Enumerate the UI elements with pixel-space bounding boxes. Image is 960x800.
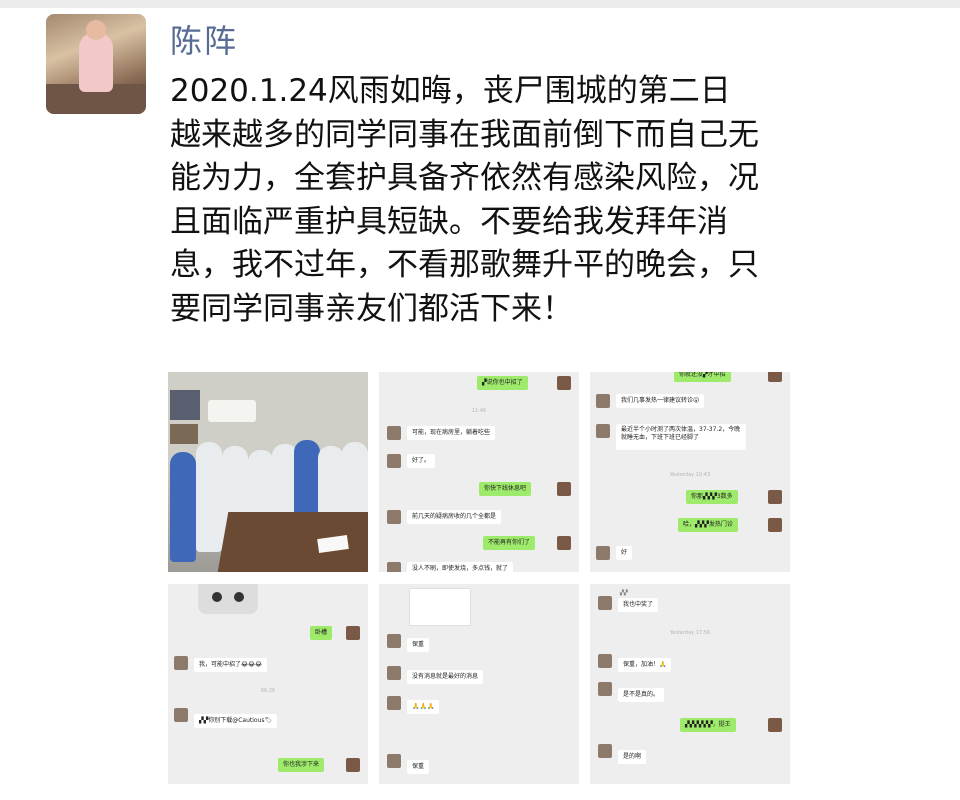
photo-person-blue xyxy=(170,452,196,562)
avatar-child-figure xyxy=(79,32,113,92)
chat-bubble-in: 前几天的疑病房收的几个全都是 xyxy=(407,510,502,524)
chat-bubble-out: 你也我涉下来 xyxy=(278,758,325,772)
chat-avatar xyxy=(598,654,612,668)
chat-bubble-in: 保重 xyxy=(407,760,430,774)
chat-avatar xyxy=(346,758,360,772)
chat-nickname: ▞▞ xyxy=(620,590,628,596)
chat-avatar xyxy=(596,546,610,560)
photo-frame xyxy=(170,424,198,444)
chat-avatar xyxy=(598,596,612,610)
chat-avatar xyxy=(557,536,571,550)
chat-bubble-in: ▞▞你别下载@Cautious🏷 xyxy=(194,714,278,728)
post-line: 2020.1.24风雨如晦，丧尸围城的第二日 xyxy=(170,73,731,109)
chat-bubble-in: 是不是真的。 xyxy=(618,688,665,702)
chat-bubble-out: 卧槽 xyxy=(310,626,333,640)
chat-avatar xyxy=(346,626,360,640)
grid-image-chat-4[interactable]: 卧槽 我，可能中招了😂😂😂 06:26 ▞▞你别下载@Cautious🏷 你也我… xyxy=(168,584,368,784)
chat-avatar xyxy=(387,666,401,680)
post-text: 2020.1.24风雨如晦，丧尸围城的第二日 越来越多的同学同事在我面前倒下而自… xyxy=(170,70,910,331)
grid-image-chat-3[interactable]: 你就还没▞才中招 我们几事发热一律建议转诊😮 最近半个小时测了两次体温，37-3… xyxy=(590,372,790,572)
post-line: 要同学同事亲友们都活下来！ xyxy=(170,290,573,327)
chat-bubble-in: 保重 xyxy=(407,638,430,652)
grid-image-chat-5[interactable]: 保重 没有消息就是最好的消息 🙏🙏🙏 保重 xyxy=(379,584,579,784)
grid-image-chat-2[interactable]: ▞说你也中招了 11:46 可能，现在病房里，躺着吃些 好了。 你快下线休息吧 … xyxy=(379,372,579,572)
avatar-child-head xyxy=(86,20,106,40)
chat-avatar xyxy=(768,518,782,532)
chat-bubble-in: 是的啊 xyxy=(618,750,647,764)
post-line: 息，我不过年，不看那歌舞升平的晚会，只 xyxy=(170,247,759,283)
image-grid: ▞说你也中招了 11:46 可能，现在病房里，躺着吃些 好了。 你快下线休息吧 … xyxy=(168,372,790,784)
panda-sticker xyxy=(198,584,258,614)
post-line: 越来越多的同学同事在我面前倒下而自己无 xyxy=(170,116,759,153)
chat-avatar xyxy=(387,426,401,440)
chat-bubble-in: 🙏🙏🙏 xyxy=(407,700,440,714)
chat-timestamp: 06:26 xyxy=(260,688,276,694)
chat-avatar xyxy=(768,490,782,504)
photo-person-suit xyxy=(196,442,222,552)
author-avatar[interactable] xyxy=(46,14,146,114)
chat-timestamp: Yesterday 10:43 xyxy=(669,472,711,478)
chat-bubble-in: 保重，加油！🙏 xyxy=(618,658,672,672)
chat-bubble-out: 你那▞▞▞3数多 xyxy=(686,490,738,504)
chat-avatar xyxy=(387,454,401,468)
chat-bubble-in: 好 xyxy=(616,546,633,560)
chat-avatar xyxy=(387,754,401,768)
chat-avatar xyxy=(387,510,401,524)
chat-avatar xyxy=(174,708,188,722)
chat-avatar xyxy=(598,682,612,696)
chat-avatar xyxy=(768,718,782,732)
chat-avatar xyxy=(387,562,401,572)
chat-avatar xyxy=(387,696,401,710)
chat-bubble-in: 我，可能中招了😂😂😂 xyxy=(194,658,268,672)
chat-avatar xyxy=(557,482,571,496)
post-line: 能为力，全套护具备齐依然有感染风险，况 xyxy=(170,160,759,196)
chat-bubble-in: 最近半个小时测了两次体温，37-37.2，今晚就睡无血，下班下班已经脚了 xyxy=(616,424,746,450)
grid-image-chat-6[interactable]: ▞▞ 我也中奖了 Yesterday 17:56 保重，加油！🙏 是不是真的。 … xyxy=(590,584,790,784)
chat-bubble-in: 可能，现在病房里，躺着吃些 xyxy=(407,426,496,440)
chat-bubble-out: 你快下线休息吧 xyxy=(479,482,532,496)
chat-timestamp: 11:46 xyxy=(471,408,487,414)
shared-document-card xyxy=(409,588,471,626)
chat-bubble-in: 没人不刷，即使发烧，多点钱，就了 xyxy=(407,562,514,572)
chat-bubble-out: 哈，▞▞▞发热门诊 xyxy=(678,518,738,532)
chat-bubble-in: 好了。 xyxy=(407,454,436,468)
chat-bubble-in: 我也中奖了 xyxy=(618,598,659,612)
chat-avatar xyxy=(596,394,610,408)
chat-bubble-in: 我们几事发热一律建议转诊😮 xyxy=(616,394,705,408)
chat-avatar xyxy=(598,744,612,758)
chat-avatar xyxy=(387,634,401,648)
chat-avatar xyxy=(768,372,782,382)
grid-image-photo[interactable] xyxy=(168,372,368,572)
top-status-strip xyxy=(0,0,960,8)
photo-notice-board xyxy=(170,390,200,420)
post-line: 且面临严重护具短缺。不要给我发拜年消 xyxy=(170,203,728,240)
chat-timestamp: Yesterday 17:56 xyxy=(669,630,711,636)
chat-bubble-out: ▞▞▞▞▞▞，挺王 xyxy=(680,718,736,732)
chat-bubble-in: 没有消息就是最好的消息 xyxy=(407,670,484,684)
chat-avatar xyxy=(557,376,571,390)
author-name[interactable]: 陈阵 xyxy=(170,16,238,62)
chat-bubble-out: 你就还没▞才中招 xyxy=(674,372,731,382)
chat-avatar xyxy=(596,424,610,438)
chat-bubble-out: ▞说你也中招了 xyxy=(477,376,528,390)
chat-avatar xyxy=(174,656,188,670)
chat-bubble-out: 不能再有你们了 xyxy=(483,536,536,550)
photo-air-conditioner xyxy=(208,400,256,422)
